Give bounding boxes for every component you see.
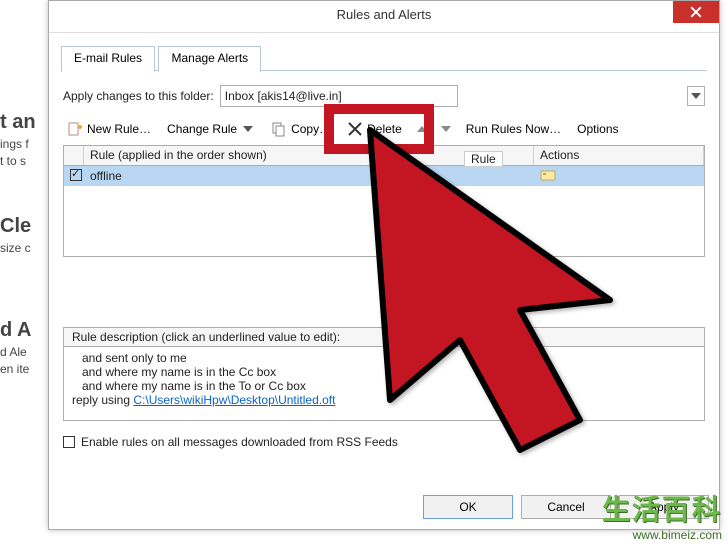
rule-action-icon: [540, 168, 556, 182]
move-up-button[interactable]: [414, 120, 430, 138]
rss-checkbox-row[interactable]: Enable rules on all messages downloaded …: [63, 435, 705, 449]
cancel-button[interactable]: Cancel: [521, 495, 611, 519]
run-rules-now-button[interactable]: Run Rules Now…: [462, 120, 565, 138]
rules-list-header: Rule (applied in the order shown) Action…: [64, 146, 704, 166]
tab-email-rules[interactable]: E-mail Rules: [61, 46, 155, 72]
folder-row: Apply changes to this folder: Inbox [aki…: [63, 85, 705, 107]
folder-combo-dropdown[interactable]: [687, 86, 705, 106]
dialog-title: Rules and Alerts: [49, 7, 719, 22]
rule-description-header: Rule description (click an underlined va…: [64, 328, 704, 347]
chevron-down-icon: [241, 122, 255, 136]
watermark: 生活百科 www.bimeiz.com: [602, 488, 722, 542]
rule-description-line: and where my name is in the To or Cc box: [72, 379, 696, 393]
delete-button[interactable]: Delete: [343, 119, 406, 139]
rules-and-alerts-dialog: Rules and Alerts E-mail Rules Manage Ale…: [48, 0, 720, 530]
rules-header-actions: Actions: [534, 146, 704, 165]
folder-combo-value: Inbox [akis14@live.in]: [225, 89, 342, 103]
tab-strip: E-mail Rules Manage Alerts: [61, 45, 707, 71]
rule-row[interactable]: offline: [64, 166, 704, 186]
close-button[interactable]: [673, 1, 719, 23]
ok-button[interactable]: OK: [423, 495, 513, 519]
watermark-url: www.bimeiz.com: [602, 528, 722, 542]
rule-hint-label: Rule: [464, 151, 503, 167]
delete-icon: [347, 121, 363, 137]
folder-label: Apply changes to this folder:: [63, 89, 214, 103]
watermark-cn: 生活百科: [602, 488, 722, 528]
new-rule-button[interactable]: New Rule…: [63, 119, 155, 139]
rule-row-checkbox[interactable]: [64, 167, 84, 186]
dialog-content: Apply changes to this folder: Inbox [aki…: [49, 71, 719, 449]
rule-description-reply-line: reply using C:\Users\wikiHpw\Desktop\Unt…: [72, 393, 696, 407]
toolbar: New Rule… Change Rule Copy… Delete: [63, 117, 705, 145]
rules-list: Rule (applied in the order shown) Action…: [63, 145, 705, 257]
title-bar: Rules and Alerts: [49, 1, 719, 33]
new-rule-icon: [67, 121, 83, 137]
tab-manage-alerts[interactable]: Manage Alerts: [158, 46, 261, 72]
rules-header-checkbox: [64, 146, 84, 165]
options-button[interactable]: Options: [573, 120, 622, 138]
rule-description-line: and sent only to me: [72, 351, 696, 365]
rule-row-actions: [534, 166, 704, 187]
rss-checkbox[interactable]: [63, 436, 75, 448]
background-clipped-text: t an ings f t to s Cle size c d A d Ale …: [0, 0, 48, 546]
copy-icon: [271, 121, 287, 137]
change-rule-button[interactable]: Change Rule: [163, 120, 259, 138]
copy-button[interactable]: Copy…: [267, 119, 335, 139]
rule-row-name: offline: [84, 167, 534, 185]
rule-description-box: Rule description (click an underlined va…: [63, 327, 705, 421]
rule-description-line: and where my name is in the Cc box: [72, 365, 696, 379]
rss-checkbox-label: Enable rules on all messages downloaded …: [81, 435, 398, 449]
folder-combo[interactable]: Inbox [akis14@live.in]: [220, 85, 459, 107]
rule-template-link[interactable]: C:\Users\wikiHpw\Desktop\Untitled.oft: [133, 393, 335, 407]
move-down-button[interactable]: [438, 120, 454, 138]
